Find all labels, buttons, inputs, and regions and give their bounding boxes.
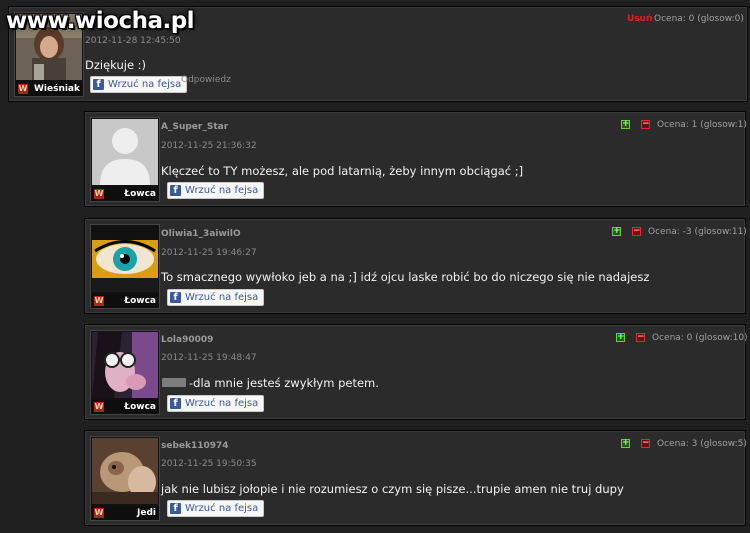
reply-comment: W Łowca Oliwia1_3aiwilO 2012-11-25 19:46… <box>84 218 747 314</box>
rank-label: Jedi <box>137 508 156 518</box>
rank-bar: W Wieśniak <box>15 82 83 96</box>
facebook-icon: f <box>93 79 104 90</box>
share-facebook-button[interactable]: f Wrzuć na fejsa <box>90 76 188 93</box>
facebook-icon: f <box>170 185 181 196</box>
avatar[interactable]: W Łowca <box>90 330 160 415</box>
site-logo[interactable]: www.wiocha.pl <box>6 8 195 34</box>
comment-date: 2012-11-28 12:45:50 <box>85 36 181 46</box>
vote-up-button[interactable]: + <box>621 120 630 129</box>
comment-date: 2012-11-25 19:46:27 <box>161 248 257 258</box>
comment-text: jak nie lubisz jołopie i nie rozumiesz o… <box>161 482 624 496</box>
vote-up-button[interactable]: + <box>616 333 625 342</box>
reply-link[interactable]: Odpowiedz <box>181 75 231 85</box>
rating-text: Ocena: 3 (glosow:5) <box>657 439 747 449</box>
rank-badge-icon: W <box>94 402 104 412</box>
comment-text: To smacznego wywłoko jeb a na ;] idź ojc… <box>161 270 650 284</box>
avatar[interactable]: W Łowca <box>90 224 160 309</box>
share-facebook-button[interactable]: f Wrzuć na fejsa <box>167 289 265 306</box>
avatar-image <box>92 438 158 504</box>
comment-text: -dla mnie jesteś zwykłym petem. <box>189 376 379 390</box>
vote-up-button[interactable]: + <box>612 227 621 236</box>
rank-label: Łowca <box>124 296 156 306</box>
facebook-icon: f <box>170 503 181 514</box>
facebook-icon: f <box>170 292 181 303</box>
vote-down-button[interactable]: − <box>636 333 645 342</box>
avatar[interactable]: W Łowca <box>90 117 160 202</box>
username-link[interactable]: Oliwia1_3aiwilO <box>161 229 241 239</box>
vote-down-button[interactable]: − <box>632 227 641 236</box>
share-facebook-label: Wrzuć na fejsa <box>185 292 259 303</box>
comment-text: Klęczeć to TY możesz, ale pod latarnią, … <box>161 164 524 178</box>
rank-label: Łowca <box>124 189 156 199</box>
share-facebook-button[interactable]: f Wrzuć na fejsa <box>167 395 265 412</box>
vote-up-button[interactable]: + <box>621 439 630 448</box>
rank-badge-icon: W <box>94 508 104 518</box>
avatar-image <box>92 332 158 398</box>
rank-badge-icon: W <box>18 84 28 94</box>
reply-comment: W Łowca Lola90009 2012-11-25 19:48:47 -d… <box>84 324 748 420</box>
share-facebook-button[interactable]: f Wrzuć na fejsa <box>167 182 265 199</box>
facebook-icon: f <box>170 398 181 409</box>
rating-text: Ocena: 0 (glosow:0) <box>654 14 744 24</box>
rating-text: Ocena: 1 (glosow:1) <box>657 120 747 130</box>
comment-date: 2012-11-25 19:48:47 <box>161 353 257 363</box>
rank-bar: W Łowca <box>91 294 159 308</box>
vote-down-button[interactable]: − <box>641 439 650 448</box>
rank-bar: W Jedi <box>91 506 159 520</box>
share-facebook-label: Wrzuć na fejsa <box>185 185 259 196</box>
reply-comment: W Jedi sebek110974 2012-11-25 19:50:35 j… <box>84 430 747 526</box>
avatar[interactable]: W Jedi <box>90 436 160 521</box>
username-link[interactable]: sebek110974 <box>161 441 229 451</box>
share-facebook-label: Wrzuć na fejsa <box>108 79 182 90</box>
comment-date: 2012-11-25 19:50:35 <box>161 459 257 469</box>
rank-label: Wieśniak <box>33 84 80 94</box>
redacted-name <box>162 378 186 387</box>
reply-comment: W Łowca A_Super_Star 2012-11-25 21:36:32… <box>84 111 747 207</box>
rank-bar: W Łowca <box>91 187 159 201</box>
comment-text: Dziękuje :) <box>85 58 147 72</box>
rank-badge-icon: W <box>94 296 104 306</box>
vote-down-button[interactable]: − <box>641 120 650 129</box>
username-link[interactable]: A_Super_Star <box>161 122 228 132</box>
avatar-image <box>92 226 158 292</box>
share-facebook-label: Wrzuć na fejsa <box>185 398 259 409</box>
rank-bar: W Łowca <box>91 400 159 414</box>
rank-badge-icon: W <box>94 189 104 199</box>
avatar-image <box>92 119 158 185</box>
rating-text: Ocena: -3 (glosow:11) <box>648 227 747 237</box>
rating-text: Ocena: 0 (glosow:10) <box>652 333 748 343</box>
delete-link[interactable]: Usuń <box>627 14 652 24</box>
comment-date: 2012-11-25 21:36:32 <box>161 141 257 151</box>
rank-label: Łowca <box>124 402 156 412</box>
share-facebook-button[interactable]: f Wrzuć na fejsa <box>167 500 265 517</box>
username-link[interactable]: Lola90009 <box>161 335 213 345</box>
share-facebook-label: Wrzuć na fejsa <box>185 503 259 514</box>
